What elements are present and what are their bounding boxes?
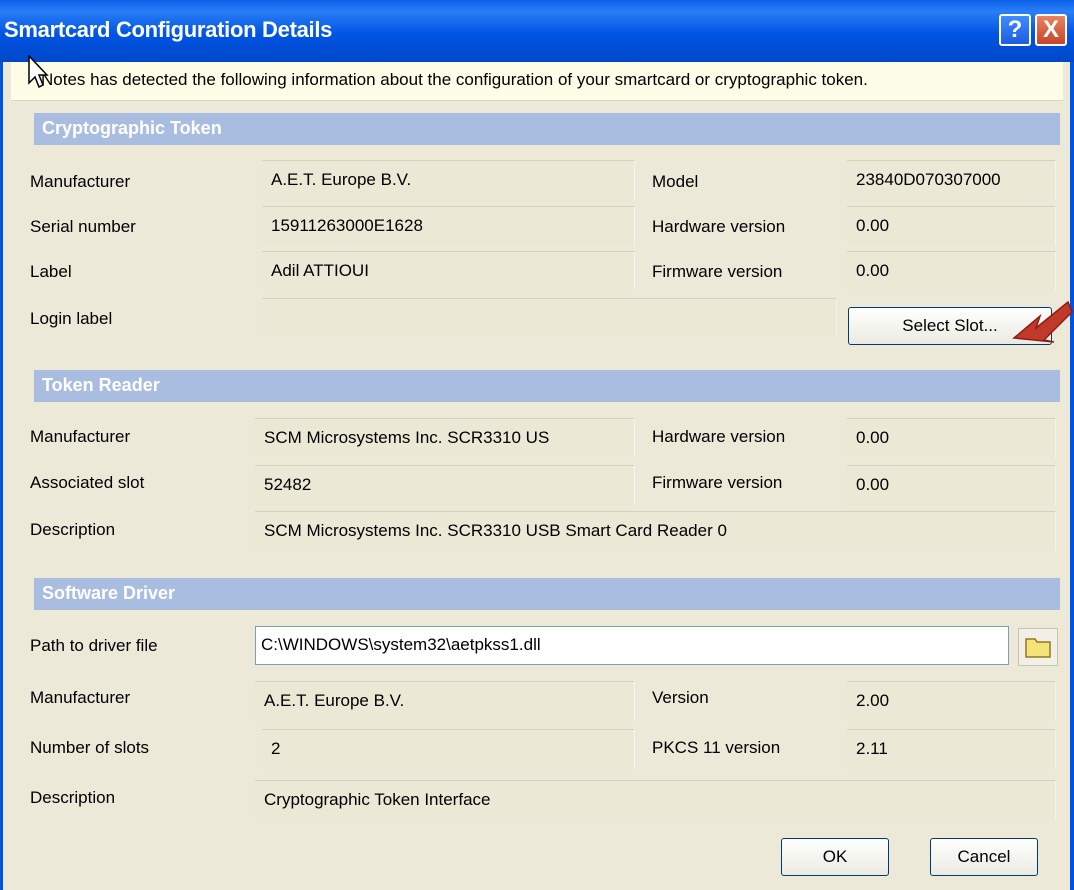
reader-hardware-version-field: 0.00 bbox=[847, 418, 1056, 458]
token-label-field: Adil ATTIOUI bbox=[262, 251, 635, 291]
manufacturer-label: Manufacturer bbox=[30, 172, 131, 191]
serial-number-value: 15911263000E1628 bbox=[271, 216, 423, 235]
token-firmware-version-field: 0.00 bbox=[847, 251, 1056, 291]
help-icon[interactable]: ? bbox=[999, 14, 1031, 46]
reader-manufacturer-value: SCM Microsystems Inc. SCR3310 US bbox=[264, 428, 550, 447]
serial-number-field: 15911263000E1628 bbox=[262, 206, 635, 246]
driver-manufacturer-label: Manufacturer bbox=[30, 688, 131, 707]
driver-manufacturer-field: A.E.T. Europe B.V. bbox=[255, 681, 635, 721]
model-value: 23840D070307000 bbox=[856, 170, 1001, 189]
section-cryptographic-token: Cryptographic Token bbox=[34, 113, 1060, 145]
login-label-field bbox=[262, 298, 837, 338]
browse-folder-button[interactable] bbox=[1018, 628, 1058, 666]
number-of-slots-label: Number of slots bbox=[30, 738, 150, 757]
window-title: Smartcard Configuration Details bbox=[4, 17, 333, 42]
reader-manufacturer-field: SCM Microsystems Inc. SCR3310 US bbox=[255, 418, 635, 458]
associated-slot-label: Associated slot bbox=[30, 473, 145, 492]
section-title: Software Driver bbox=[42, 583, 176, 603]
reader-firmware-version-value: 0.00 bbox=[856, 475, 890, 494]
dialog-window: Smartcard Configuration Details ? X Note… bbox=[0, 0, 1074, 890]
reader-firmware-version-label: Firmware version bbox=[652, 473, 783, 492]
info-banner: Notes has detected the following informa… bbox=[11, 62, 1063, 101]
number-of-slots-value: 2 bbox=[271, 739, 281, 758]
associated-slot-value: 52482 bbox=[264, 475, 312, 494]
mouse-cursor-icon bbox=[28, 55, 49, 89]
driver-description-field: Cryptographic Token Interface bbox=[255, 780, 1056, 820]
number-of-slots-field: 2 bbox=[262, 729, 635, 769]
driver-description-label: Description bbox=[30, 788, 116, 807]
reader-description-field: SCM Microsystems Inc. SCR3310 USB Smart … bbox=[255, 511, 1056, 551]
folder-icon bbox=[1025, 638, 1051, 658]
token-hardware-version-value: 0.00 bbox=[856, 216, 890, 235]
driver-path-input[interactable]: C:\WINDOWS\system32\aetpkss1.dll bbox=[255, 626, 1009, 665]
window-border-right bbox=[1070, 62, 1074, 890]
reader-hardware-version-label: Hardware version bbox=[652, 427, 786, 446]
window-border-left bbox=[0, 62, 3, 890]
token-label-value: Adil ATTIOUI bbox=[271, 261, 369, 280]
token-hardware-version-field: 0.00 bbox=[847, 206, 1056, 246]
reader-firmware-version-field: 0.00 bbox=[847, 465, 1056, 505]
driver-path-label: Path to driver file bbox=[30, 636, 158, 655]
driver-path-value: C:\WINDOWS\system32\aetpkss1.dll bbox=[261, 635, 541, 654]
driver-version-label: Version bbox=[652, 688, 709, 707]
section-title: Cryptographic Token bbox=[42, 118, 222, 138]
reader-description-value: SCM Microsystems Inc. SCR3310 USB Smart … bbox=[264, 521, 727, 540]
title-bar[interactable]: Smartcard Configuration Details ? X bbox=[0, 0, 1074, 62]
driver-description-value: Cryptographic Token Interface bbox=[264, 790, 491, 809]
section-token-reader: Token Reader bbox=[34, 370, 1060, 402]
pkcs11-version-label: PKCS 11 version bbox=[652, 738, 781, 757]
login-label-label: Login label bbox=[30, 309, 113, 328]
cancel-button[interactable]: Cancel bbox=[930, 838, 1038, 876]
token-manufacturer-value: A.E.T. Europe B.V. bbox=[271, 170, 412, 189]
label-label: Label bbox=[30, 262, 72, 281]
associated-slot-field: 52482 bbox=[255, 465, 635, 505]
reader-description-label: Description bbox=[30, 520, 116, 539]
section-software-driver: Software Driver bbox=[34, 578, 1060, 610]
reader-manufacturer-label: Manufacturer bbox=[30, 427, 131, 446]
section-title: Token Reader bbox=[42, 375, 160, 395]
driver-version-value: 2.00 bbox=[856, 691, 890, 710]
driver-version-field: 2.00 bbox=[847, 681, 1056, 721]
reader-hardware-version-value: 0.00 bbox=[856, 428, 890, 447]
token-firmware-version-value: 0.00 bbox=[856, 261, 890, 280]
driver-manufacturer-value: A.E.T. Europe B.V. bbox=[264, 691, 405, 710]
red-arrow-icon bbox=[1012, 300, 1073, 343]
token-manufacturer-field: A.E.T. Europe B.V. bbox=[262, 160, 635, 200]
token-hardware-version-label: Hardware version bbox=[652, 217, 786, 236]
ok-button[interactable]: OK bbox=[781, 838, 889, 876]
pkcs11-version-value: 2.11 bbox=[856, 739, 888, 758]
close-icon[interactable]: X bbox=[1035, 14, 1067, 46]
serial-number-label: Serial number bbox=[30, 217, 136, 236]
model-field: 23840D070307000 bbox=[847, 160, 1056, 200]
token-firmware-version-label: Firmware version bbox=[652, 262, 783, 281]
pkcs11-version-field: 2.11 bbox=[847, 729, 1056, 769]
info-text: Notes has detected the following informa… bbox=[41, 70, 868, 89]
model-label: Model bbox=[652, 172, 699, 191]
